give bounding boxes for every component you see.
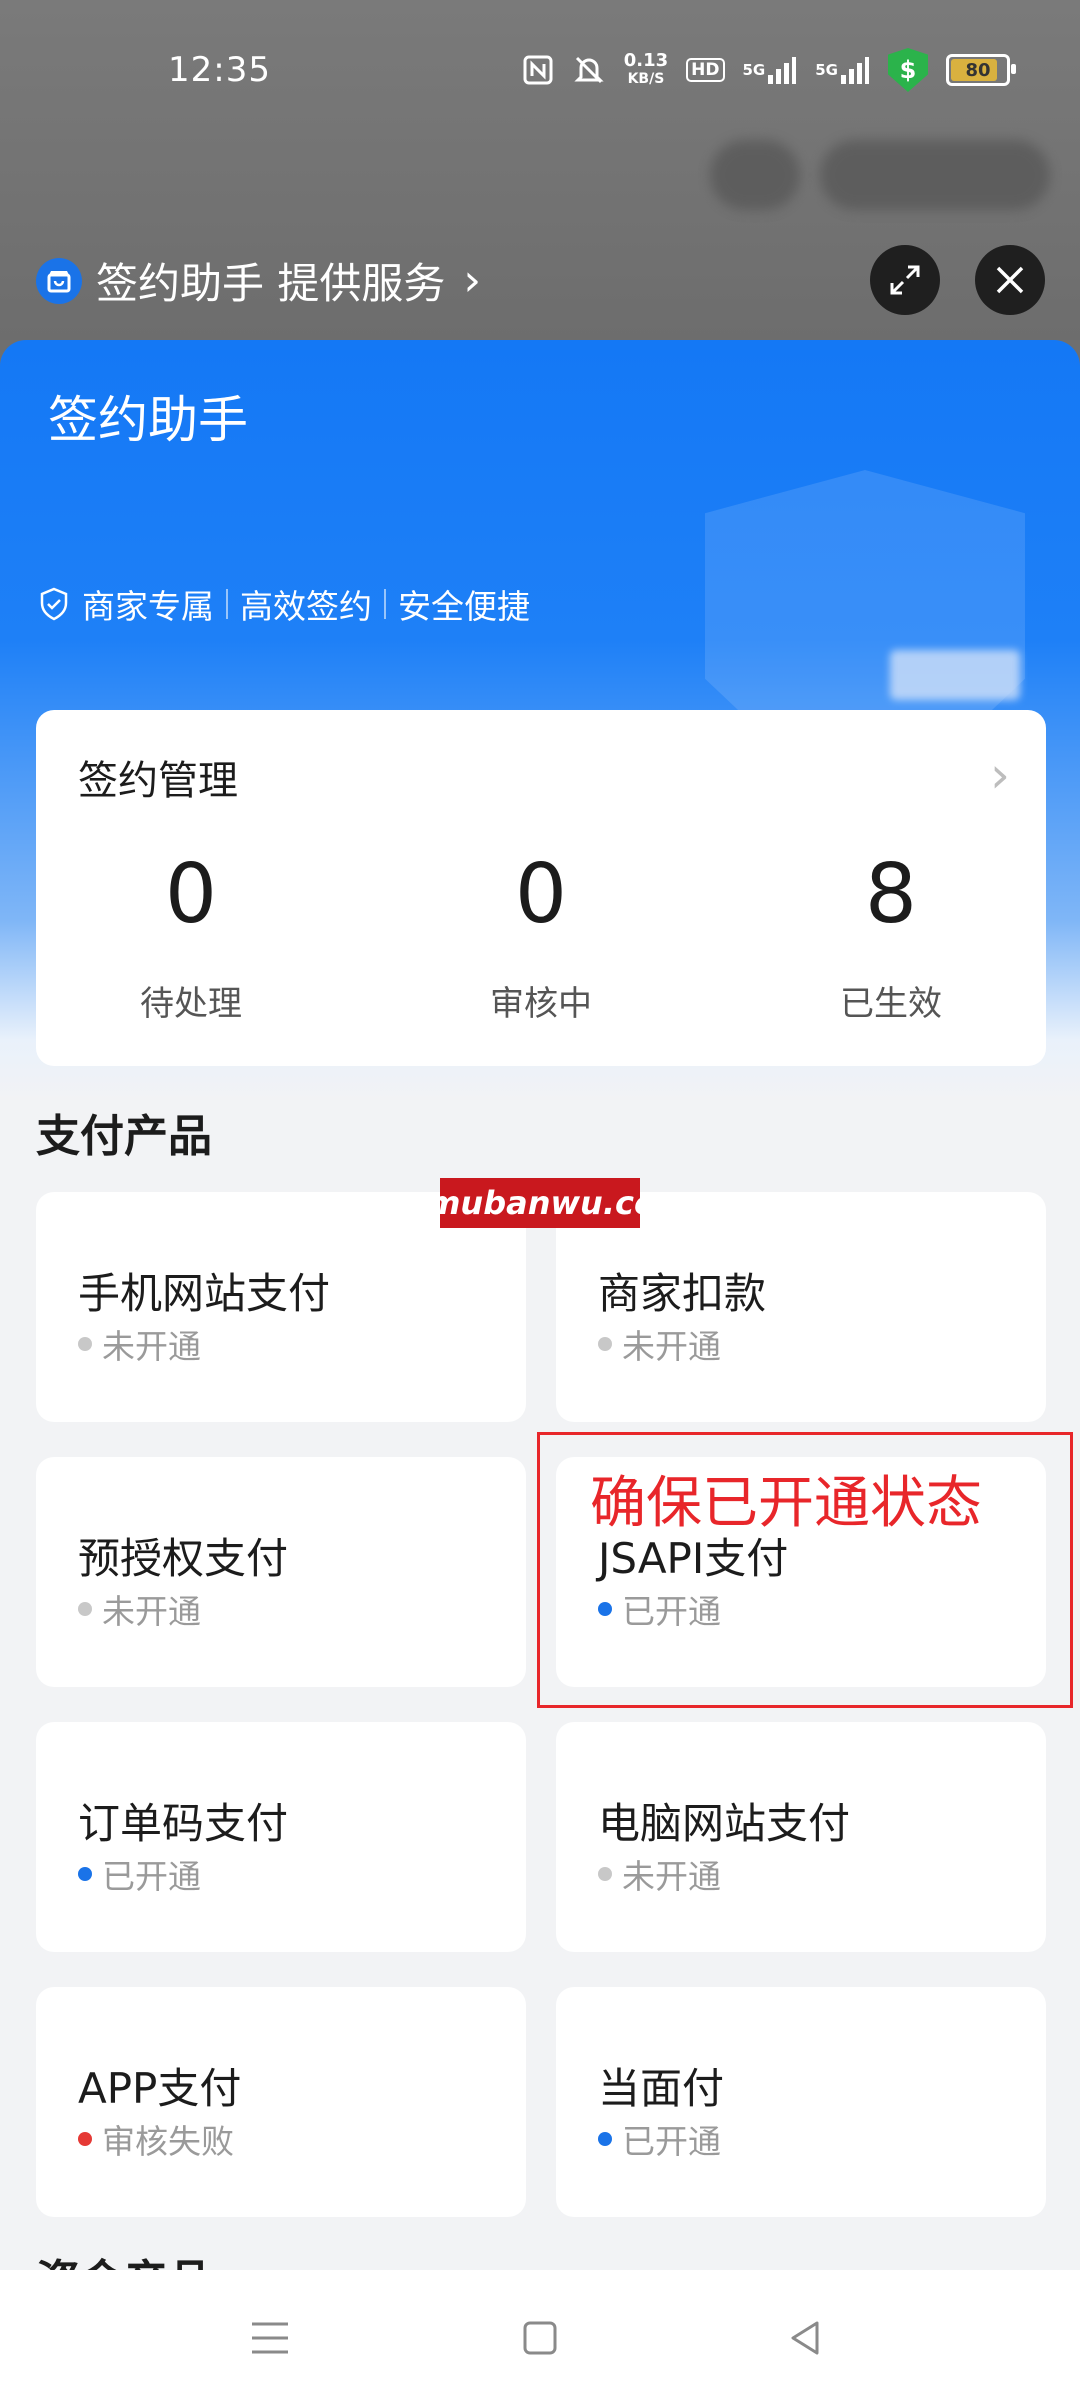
status-dot <box>78 1337 92 1351</box>
product-name: 电脑网站支付 <box>598 1799 851 1848</box>
section-title-partial: 资金产品 <box>36 2245 212 2270</box>
battery-text: 80 <box>965 59 991 81</box>
tag-item: 商家专属 <box>82 587 214 626</box>
divider <box>226 589 228 619</box>
product-name: APP支付 <box>78 2064 242 2113</box>
close-button[interactable] <box>975 245 1045 315</box>
signal-icon: 5G <box>743 55 798 85</box>
store-icon <box>36 257 82 304</box>
stat-pending[interactable]: 0 待处理 <box>71 850 311 1025</box>
back-button[interactable] <box>775 2308 835 2368</box>
blurred-element <box>710 140 800 210</box>
shield-check-icon <box>40 587 68 621</box>
product-name: 手机网站支付 <box>78 1269 331 1318</box>
status-dot <box>598 2132 612 2146</box>
status-dot <box>78 1867 92 1881</box>
status-dot <box>78 1602 92 1616</box>
service-provider-link[interactable]: 签约助手 提供服务 › <box>36 250 481 311</box>
home-button[interactable] <box>510 2308 570 2368</box>
chevron-right-icon: › <box>463 255 481 306</box>
stat-label: 已生效 <box>840 984 942 1024</box>
nfc-icon <box>522 54 554 86</box>
signal-icon: 5G <box>815 55 870 85</box>
status-time: 12:35 <box>168 50 271 90</box>
product-status: 未开通 <box>78 1320 201 1368</box>
shield-icon: $ <box>888 48 928 92</box>
stat-value: 0 <box>164 847 218 942</box>
watermark-label: mubanwu.cc <box>427 1178 653 1228</box>
product-status: 未开通 <box>598 1850 721 1898</box>
blurred-element <box>820 140 1050 210</box>
menu-icon <box>252 2322 288 2354</box>
product-status: 未开通 <box>598 1320 721 1368</box>
net-speed: 0.13 KB/S <box>623 50 669 88</box>
status-icons: 0.13 KB/S HD 5G 5G $ 80 <box>522 48 1016 92</box>
product-card[interactable]: APP支付 审核失败 <box>36 1987 526 2217</box>
tag-item: 安全便捷 <box>398 587 530 626</box>
product-status: 审核失败 <box>78 2115 234 2163</box>
product-card[interactable]: 订单码支付 已开通 <box>36 1722 526 1952</box>
product-name: 商家扣款 <box>598 1269 767 1318</box>
section-title: 支付产品 <box>36 1111 212 1162</box>
product-status: 已开通 <box>598 2115 721 2163</box>
status-dot <box>598 1337 612 1351</box>
service-provider-label: 签约助手 提供服务 <box>96 259 446 308</box>
hd-icon: HD <box>686 58 725 82</box>
stat-label: 审核中 <box>490 984 592 1024</box>
product-card[interactable]: 预授权支付 未开通 <box>36 1457 526 1687</box>
back-triangle-icon <box>791 2321 819 2355</box>
product-status: 已开通 <box>78 1850 201 1898</box>
battery-icon: 80 <box>946 54 1016 86</box>
product-name: 预授权支付 <box>78 1534 289 1583</box>
system-navigation-bar <box>0 2270 1080 2400</box>
status-dot <box>78 2132 92 2146</box>
contract-assistant-sheet: 签约助手 商家专属 高效签约 安全便捷 签约管理 › 0 待处理 0 审核中 8… <box>0 340 1080 2270</box>
status-dot <box>598 1867 612 1881</box>
home-square-icon <box>523 2321 557 2355</box>
product-card[interactable]: 电脑网站支付 未开通 <box>556 1722 1046 1952</box>
stat-value: 8 <box>864 847 918 942</box>
expand-button[interactable] <box>870 245 940 315</box>
chevron-right-icon: › <box>990 746 1010 804</box>
contract-management-card[interactable]: 签约管理 › 0 待处理 0 审核中 8 已生效 <box>36 710 1046 1066</box>
product-name: 当面付 <box>598 2064 725 2113</box>
menu-button[interactable] <box>240 2308 300 2368</box>
product-status: 未开通 <box>78 1585 201 1633</box>
divider <box>384 589 386 619</box>
stat-label: 待处理 <box>140 984 242 1024</box>
stat-reviewing[interactable]: 0 审核中 <box>421 850 661 1025</box>
feature-tags: 商家专属 高效签约 安全便捷 <box>36 580 530 628</box>
status-bar: 12:35 0.13 KB/S HD 5G 5G $ 80 <box>0 0 1080 140</box>
mute-icon <box>572 53 606 87</box>
stat-effective[interactable]: 8 已生效 <box>771 850 1011 1025</box>
close-icon <box>996 266 1024 294</box>
product-name: 订单码支付 <box>78 1799 289 1848</box>
annotation-text: 确保已开通状态 <box>590 1471 982 1536</box>
stat-value: 0 <box>514 847 568 942</box>
expand-icon <box>890 265 920 295</box>
page-title: 签约助手 <box>48 391 248 449</box>
blurred-element <box>890 650 1020 700</box>
product-card[interactable]: 当面付 已开通 <box>556 1987 1046 2217</box>
card-title: 签约管理 <box>78 758 238 804</box>
tag-item: 高效签约 <box>240 587 372 626</box>
